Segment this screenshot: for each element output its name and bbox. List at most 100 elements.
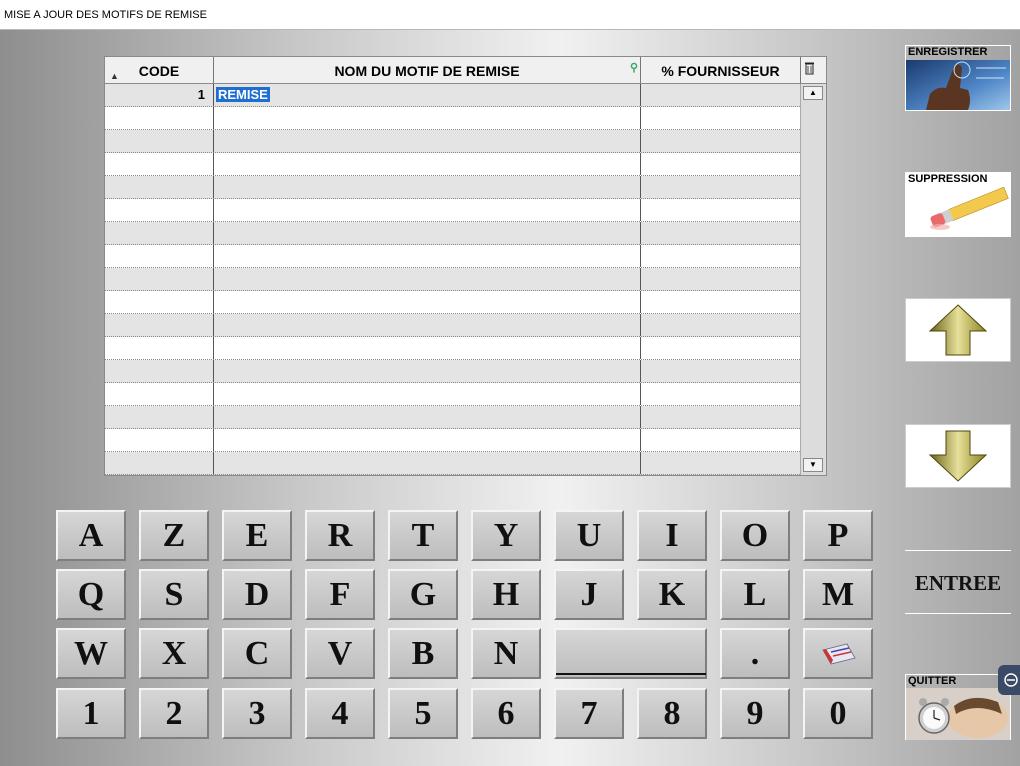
key-4[interactable]: 4 [305,688,375,739]
key-y[interactable]: Y [471,510,541,561]
key-r[interactable]: R [305,510,375,561]
cell-code[interactable] [105,245,214,267]
table-row[interactable] [105,222,800,245]
key-g[interactable]: G [388,569,458,620]
cell-pct[interactable] [641,199,801,221]
cell-pct[interactable] [641,268,801,290]
cell-pct[interactable] [641,130,801,152]
key-x[interactable]: X [139,628,209,679]
key-v[interactable]: V [305,628,375,679]
key-e[interactable]: E [222,510,292,561]
key-h[interactable]: H [471,569,541,620]
cell-nom[interactable] [214,130,641,152]
scroll-up-button[interactable]: ▲ [803,86,823,100]
cell-nom[interactable] [214,452,641,474]
table-row[interactable] [105,314,800,337]
key-p[interactable]: P [803,510,873,561]
column-header-code[interactable]: ▲ CODE [105,57,214,83]
cell-pct[interactable] [641,107,801,129]
delete-button[interactable]: SUPPRESSION [905,172,1011,237]
discount-reasons-grid[interactable]: ▲ CODE NOM DU MOTIF DE REMISE ⚲ % FOURNI… [104,56,827,476]
cell-code[interactable] [105,337,214,359]
table-row[interactable] [105,199,800,222]
scroll-down-button[interactable]: ▼ [803,458,823,472]
key-space[interactable] [554,628,707,679]
key-u[interactable]: U [554,510,624,561]
table-row[interactable] [105,406,800,429]
table-row[interactable] [105,452,800,475]
key-l[interactable]: L [720,569,790,620]
cell-code[interactable]: 1 [105,84,214,106]
cell-nom[interactable] [214,337,641,359]
key-w[interactable]: W [56,628,126,679]
table-row[interactable]: 1 REMISE [105,84,800,107]
table-row[interactable] [105,268,800,291]
cell-code[interactable] [105,452,214,474]
cell-pct[interactable] [641,176,801,198]
cell-code[interactable] [105,314,214,336]
table-row[interactable] [105,130,800,153]
key-backspace[interactable] [803,628,873,679]
move-down-button[interactable] [905,424,1011,488]
key-b[interactable]: B [388,628,458,679]
cell-nom[interactable]: REMISE [214,84,641,106]
cell-nom[interactable] [214,383,641,405]
cell-nom[interactable] [214,406,641,428]
cell-code[interactable] [105,406,214,428]
save-button[interactable]: ENREGISTRER [905,45,1011,111]
cell-pct[interactable] [641,153,801,175]
cell-code[interactable] [105,153,214,175]
cell-pct[interactable] [641,452,801,474]
table-row[interactable] [105,337,800,360]
cell-pct[interactable] [641,245,801,267]
key-t[interactable]: T [388,510,458,561]
cell-nom[interactable] [214,314,641,336]
cell-code[interactable] [105,107,214,129]
cell-code[interactable] [105,268,214,290]
cell-nom[interactable] [214,360,641,382]
table-row[interactable] [105,383,800,406]
key-i[interactable]: I [637,510,707,561]
key-d[interactable]: D [222,569,292,620]
key-2[interactable]: 2 [139,688,209,739]
table-row[interactable] [105,360,800,383]
cell-code[interactable] [105,199,214,221]
key-o[interactable]: O [720,510,790,561]
cell-pct[interactable] [641,406,801,428]
cell-pct[interactable] [641,222,801,244]
cell-code[interactable] [105,222,214,244]
key-1[interactable]: 1 [56,688,126,739]
cell-code[interactable] [105,429,214,451]
key-m[interactable]: M [803,569,873,620]
cell-nom[interactable] [214,199,641,221]
cell-pct[interactable] [641,84,801,106]
key-5[interactable]: 5 [388,688,458,739]
key-7[interactable]: 7 [554,688,624,739]
key-q[interactable]: Q [56,569,126,620]
cell-nom[interactable] [214,291,641,313]
collapse-tab[interactable] [998,665,1020,695]
cell-nom[interactable] [214,268,641,290]
key-s[interactable]: S [139,569,209,620]
key-0[interactable]: 0 [803,688,873,739]
cell-code[interactable] [105,383,214,405]
move-up-button[interactable] [905,298,1011,362]
cell-pct[interactable] [641,337,801,359]
key-j[interactable]: J [554,569,624,620]
key-9[interactable]: 9 [720,688,790,739]
quit-button[interactable]: QUITTER [905,674,1011,740]
table-row[interactable] [105,291,800,314]
cell-pct[interactable] [641,314,801,336]
cell-pct[interactable] [641,291,801,313]
grid-scrollbar[interactable]: ▲ ▼ [800,84,826,475]
key-dot[interactable]: . [720,628,790,679]
key-3[interactable]: 3 [222,688,292,739]
table-row[interactable] [105,429,800,452]
cell-code[interactable] [105,130,214,152]
cell-code[interactable] [105,291,214,313]
table-row[interactable] [105,176,800,199]
enter-button[interactable]: ENTREE [905,550,1011,614]
cell-nom[interactable] [214,107,641,129]
table-row[interactable] [105,107,800,130]
column-header-nom[interactable]: NOM DU MOTIF DE REMISE ⚲ [214,57,641,83]
